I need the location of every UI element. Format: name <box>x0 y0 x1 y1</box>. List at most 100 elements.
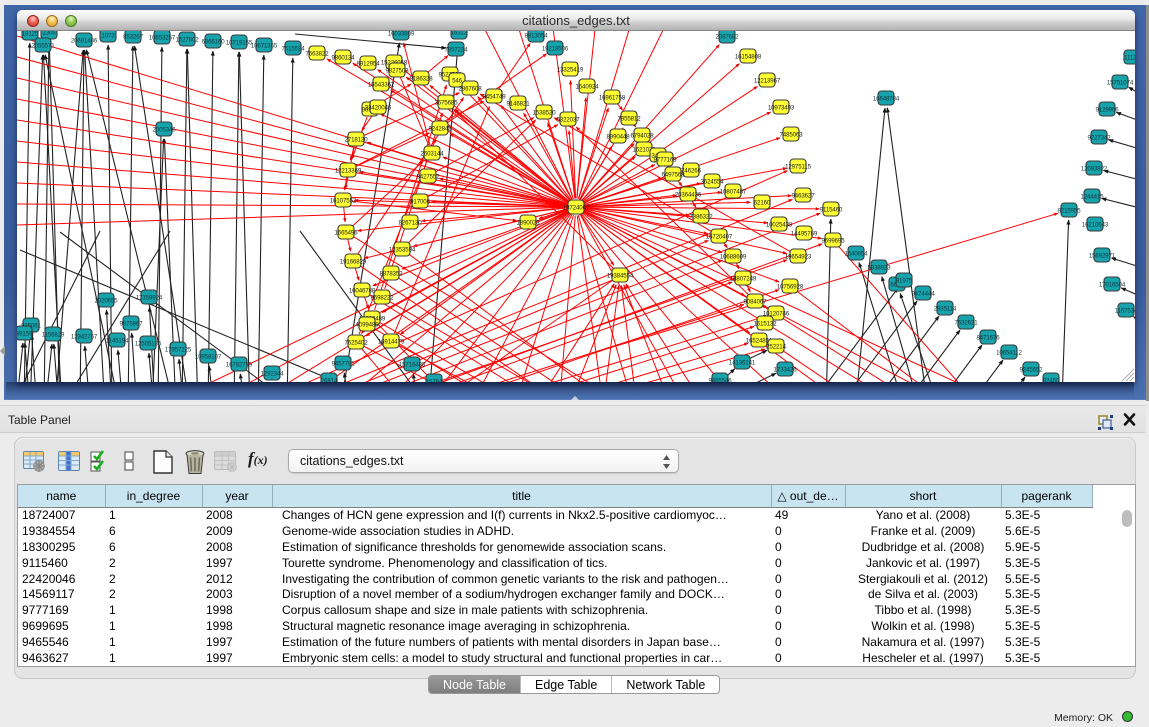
svg-text:18807249: 18807249 <box>730 275 757 282</box>
svg-text:9827503: 9827503 <box>385 67 409 74</box>
svg-text:1615132: 1615132 <box>753 320 777 327</box>
svg-text:39159: 39159 <box>17 330 33 337</box>
svg-text:1167534: 1167534 <box>1115 307 1135 314</box>
svg-text:9115460: 9115460 <box>820 206 843 213</box>
svg-text:1733426: 1733426 <box>773 366 797 373</box>
svg-text:2087682: 2087682 <box>715 33 739 40</box>
svg-text:12942757: 12942757 <box>71 333 98 340</box>
svg-text:10688609: 10688609 <box>720 253 747 260</box>
svg-text:16961758: 16961758 <box>599 94 626 101</box>
svg-text:1640924: 1640924 <box>575 83 599 90</box>
svg-text:917006: 917006 <box>410 198 430 205</box>
svg-text:8698222: 8698222 <box>370 294 394 301</box>
svg-text:12505135: 12505135 <box>135 340 162 347</box>
svg-text:1527602: 1527602 <box>175 36 199 43</box>
svg-text:9860124: 9860124 <box>331 54 355 61</box>
svg-text:16033809: 16033809 <box>388 31 415 37</box>
svg-text:16312: 16312 <box>451 31 468 36</box>
svg-text:9699695: 9699695 <box>821 237 845 244</box>
svg-text:17359924: 17359924 <box>136 294 163 301</box>
svg-text:12213967: 12213967 <box>754 77 781 84</box>
svg-text:2306: 2306 <box>42 31 56 36</box>
svg-text:16210643: 16210643 <box>1082 221 1109 228</box>
svg-text:8813054: 8813054 <box>524 32 548 39</box>
svg-text:9245652: 9245652 <box>1019 366 1043 373</box>
svg-text:7485063: 7485063 <box>779 131 803 138</box>
svg-text:7663822: 7663822 <box>305 50 329 57</box>
svg-text:5938923: 5938923 <box>867 264 891 271</box>
svg-text:17016504: 17016504 <box>1099 281 1126 288</box>
svg-text:26814: 26814 <box>321 377 338 382</box>
svg-text:23420046: 23420046 <box>365 104 392 111</box>
svg-text:1538520: 1538520 <box>532 109 556 116</box>
svg-text:10807487: 10807487 <box>720 188 747 195</box>
svg-text:15751074: 15751074 <box>1107 79 1134 86</box>
svg-text:2867608: 2867608 <box>458 85 482 92</box>
svg-text:2718120: 2718120 <box>344 136 368 143</box>
svg-text:6966160: 6966160 <box>201 38 225 45</box>
svg-text:1073: 1073 <box>101 32 115 39</box>
svg-text:9457791: 9457791 <box>331 360 355 367</box>
svg-text:2005346: 2005346 <box>152 126 176 133</box>
svg-text:7515524: 7515524 <box>281 45 305 52</box>
svg-text:5322037: 5322037 <box>556 116 580 123</box>
svg-text:546: 546 <box>452 77 463 84</box>
svg-text:2020655: 2020655 <box>94 297 118 304</box>
svg-text:4099489: 4099489 <box>355 321 379 328</box>
svg-text:1292344: 1292344 <box>260 370 284 377</box>
svg-text:8215955: 8215955 <box>1057 207 1081 214</box>
svg-text:14136141: 14136141 <box>729 359 756 366</box>
svg-text:2935114: 2935114 <box>934 305 957 312</box>
svg-text:1244415: 1244415 <box>1080 193 1104 200</box>
svg-text:12093822: 12093822 <box>1081 165 1108 172</box>
svg-text:16046788: 16046788 <box>349 287 376 294</box>
svg-text:15764: 15764 <box>426 378 443 382</box>
svg-text:9777169: 9777169 <box>653 156 677 163</box>
svg-text:8912954: 8912954 <box>356 60 380 67</box>
svg-text:9084067: 9084067 <box>743 298 767 305</box>
svg-text:9242843: 9242843 <box>428 125 452 132</box>
svg-text:7955812: 7955812 <box>617 115 641 122</box>
svg-text:7632621: 7632621 <box>954 319 978 326</box>
svg-text:13325419: 13325419 <box>557 66 584 73</box>
svg-text:8471676: 8471676 <box>976 334 1000 341</box>
svg-text:1640954: 1640954 <box>844 250 868 257</box>
svg-text:9474444: 9474444 <box>911 290 935 297</box>
svg-text:10025438: 10025438 <box>766 221 793 228</box>
svg-text:252214: 252214 <box>766 343 786 350</box>
svg-text:8267130: 8267130 <box>398 219 422 226</box>
svg-text:14495769: 14495769 <box>791 230 818 237</box>
svg-text:10654112: 10654112 <box>996 349 1023 356</box>
svg-text:1145194: 1145194 <box>106 337 129 344</box>
svg-text:8427552: 8427552 <box>416 173 440 180</box>
svg-text:9463627: 9463627 <box>791 192 815 199</box>
svg-text:1156829: 1156829 <box>42 331 65 338</box>
svg-text:10958107: 10958107 <box>195 353 222 360</box>
svg-text:19218506: 19218506 <box>542 45 569 52</box>
svg-text:19166829: 19166829 <box>340 258 367 265</box>
svg-text:2603144: 2603144 <box>420 150 444 157</box>
svg-text:7857224: 7857224 <box>444 46 468 53</box>
svg-text:8878352: 8878352 <box>379 270 403 277</box>
svg-text:8186328: 8186328 <box>409 75 433 82</box>
svg-text:12213369: 12213369 <box>335 167 362 174</box>
svg-text:17957225: 17957225 <box>165 346 192 353</box>
svg-text:15692971: 15692971 <box>1089 252 1116 259</box>
svg-text:3675685: 3675685 <box>434 99 458 106</box>
svg-text:12975115: 12975115 <box>785 163 812 170</box>
svg-text:16914479: 16914479 <box>378 338 405 345</box>
svg-text:16648784: 16648784 <box>873 95 900 102</box>
svg-text:3624554: 3624554 <box>700 178 724 185</box>
svg-text:7625402: 7625402 <box>344 339 368 346</box>
svg-text:9465546: 9465546 <box>708 377 732 382</box>
svg-text:15720407: 15720407 <box>706 233 733 240</box>
svg-text:19384554: 19384554 <box>607 272 634 279</box>
svg-text:91975: 91975 <box>896 277 913 284</box>
svg-text:10671355: 10671355 <box>251 42 278 49</box>
svg-text:92450: 92450 <box>1043 377 1060 382</box>
svg-text:1890023: 1890023 <box>516 219 540 226</box>
svg-text:16107552: 16107552 <box>330 197 357 204</box>
svg-text:10756928: 10756928 <box>777 283 804 290</box>
svg-text:18724007: 18724007 <box>563 204 590 211</box>
svg-text:9129966: 9129966 <box>1095 106 1119 113</box>
